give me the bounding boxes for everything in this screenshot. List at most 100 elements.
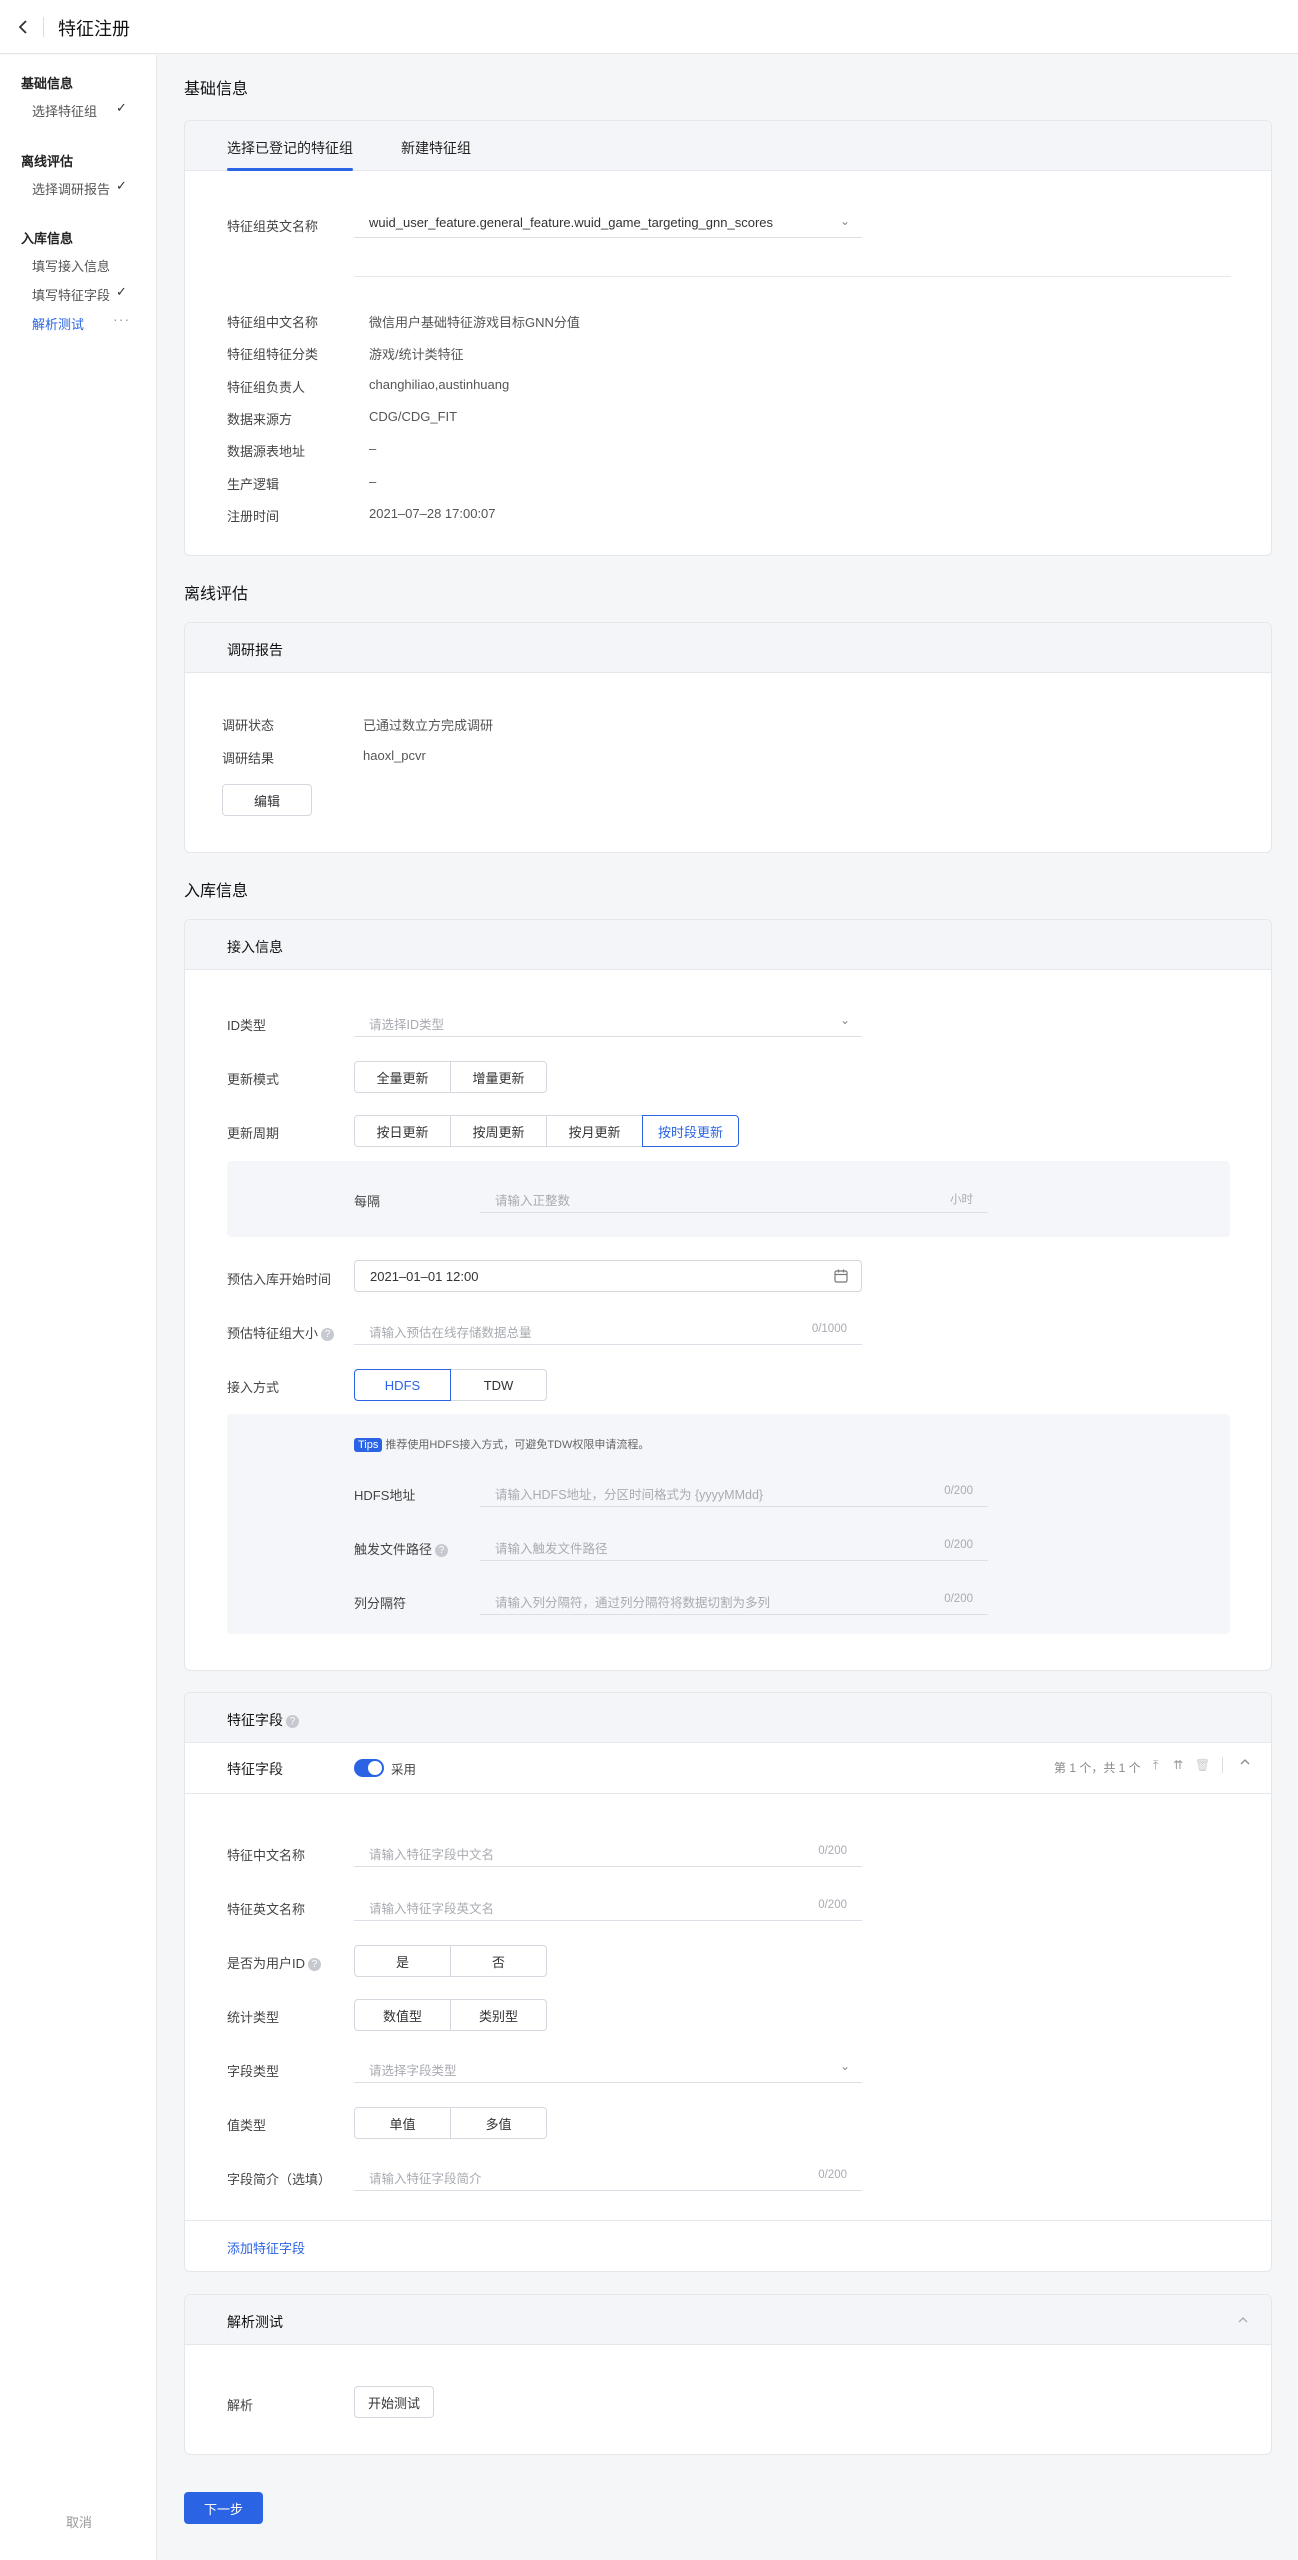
help-icon[interactable]: ?: [321, 1328, 335, 1341]
move-top-icon[interactable]: ⇈: [1173, 1758, 1183, 1772]
tab-new-group[interactable]: 新建特征组: [401, 138, 471, 158]
field-label: 解析: [227, 2398, 254, 2413]
info-label: 数据源表地址: [227, 444, 306, 459]
step-sidebar: 基础信息 选择特征组 ✓ 离线评估 选择调研报告 ✓ 入库信息 填写接入信息 填…: [0, 55, 157, 2560]
research-report-card: 调研报告 调研状态 已通过数立方完成调研 调研结果 haoxl_pcvr 编辑: [184, 622, 1272, 853]
check-icon: ✓: [116, 178, 127, 193]
input-placeholder: 请输入列分隔符，通过列分隔符将数据切割为多列: [495, 1596, 771, 1610]
help-icon[interactable]: ?: [286, 1715, 299, 1728]
id-type-select[interactable]: 请选择ID类型 ⌄: [354, 1007, 862, 1037]
option-numeric[interactable]: 数值型: [354, 1999, 451, 2031]
toggle-label: 采用: [391, 1763, 417, 1777]
card-tabs: 选择已登记的特征组 新建特征组: [185, 121, 1271, 171]
stat-type-segment: 数值型 类别型: [354, 1999, 547, 2031]
option-hdfs[interactable]: HDFS: [354, 1369, 451, 1401]
option-daily[interactable]: 按日更新: [354, 1115, 451, 1147]
field-label-text: 触发文件路径: [354, 1542, 433, 1557]
check-icon: ✓: [116, 284, 127, 299]
field-label-text: 预估特征组大小: [227, 1326, 319, 1341]
field-label: 特征中文名称: [227, 1848, 306, 1863]
access-info-card: 接入信息 ID类型 请选择ID类型 ⌄ 更新模式 全量更新 增量更新 更新周期 …: [184, 919, 1272, 1671]
field-label: HDFS地址: [354, 1488, 416, 1503]
option-monthly[interactable]: 按月更新: [546, 1115, 643, 1147]
edit-button[interactable]: 编辑: [222, 784, 312, 816]
sidebar-item-access-info[interactable]: 填写接入信息: [32, 256, 110, 275]
info-value: 已通过数立方完成调研: [363, 718, 494, 733]
group-en-name-select[interactable]: wuid_user_feature.general_feature.wuid_g…: [354, 208, 862, 238]
card-header: 特征字段?: [185, 1693, 1271, 1743]
info-value: haoxl_pcvr: [363, 748, 426, 763]
hdfs-address-input[interactable]: 请输入HDFS地址，分区时间格式为 {yyyyMMdd} 0/200: [480, 1477, 988, 1507]
sidebar-item-select-report[interactable]: 选择调研报告: [32, 179, 110, 198]
char-count: 0/1000: [811, 1323, 847, 1335]
delete-icon[interactable]: 🗑: [1195, 1758, 1210, 1772]
field-label: 统计类型: [227, 2010, 280, 2025]
move-up-icon[interactable]: ⤒: [1153, 1758, 1158, 1773]
date-value: 2021–01–01 12:00: [370, 1269, 479, 1284]
card-title: 调研报告: [227, 642, 283, 658]
option-yes[interactable]: 是: [354, 1945, 451, 1977]
cancel-button[interactable]: 取消: [66, 2512, 92, 2531]
field-desc-input[interactable]: 请输入特征字段简介 0/200: [354, 2161, 862, 2191]
is-user-id-segment: 是 否: [354, 1945, 547, 1977]
field-type-select[interactable]: 请选择字段类型 ⌄: [354, 2053, 862, 2083]
option-weekly[interactable]: 按周更新: [450, 1115, 547, 1147]
input-placeholder: 请输入特征字段中文名: [369, 1848, 495, 1862]
char-count: 0/200: [818, 2169, 847, 2181]
trigger-path-input[interactable]: 请输入触发文件路径 0/200: [480, 1531, 988, 1561]
unit-label: 小时: [950, 1194, 973, 1206]
input-placeholder: 请输入特征字段简介: [369, 2172, 482, 2186]
option-single[interactable]: 单值: [354, 2107, 451, 2139]
back-arrow-icon[interactable]: [14, 17, 34, 37]
divider: [354, 276, 1231, 277]
calendar-icon: [833, 1268, 849, 1287]
toolbar-divider: [1222, 1757, 1223, 1773]
adopt-toggle[interactable]: [354, 1759, 384, 1777]
divider: [185, 1793, 1271, 1794]
field-label: ID类型: [227, 1018, 267, 1033]
next-step-button[interactable]: 下一步: [184, 2492, 263, 2524]
tab-registered-group[interactable]: 选择已登记的特征组: [227, 138, 353, 171]
sidebar-item-select-group[interactable]: 选择特征组: [32, 101, 97, 120]
collapse-chevron-icon[interactable]: [1237, 2314, 1249, 2329]
value-type-segment: 单值 多值: [354, 2107, 547, 2139]
select-placeholder: 请选择字段类型: [369, 2064, 457, 2078]
divider: [185, 2220, 1271, 2221]
field-label: 更新模式: [227, 1072, 280, 1087]
field-label: 字段类型: [227, 2064, 280, 2079]
field-label: 预估入库开始时间: [227, 1272, 332, 1287]
option-categorical[interactable]: 类别型: [450, 1999, 547, 2031]
card-header: 解析测试: [185, 2295, 1271, 2345]
option-by-period[interactable]: 按时段更新: [642, 1115, 739, 1147]
info-label: 调研状态: [222, 718, 275, 733]
field-cn-name-input[interactable]: 请输入特征字段中文名 0/200: [354, 1837, 862, 1867]
char-count: 0/200: [818, 1845, 847, 1857]
option-incremental-update[interactable]: 增量更新: [450, 1061, 547, 1093]
separator-input[interactable]: 请输入列分隔符，通过列分隔符将数据切割为多列 0/200: [480, 1585, 988, 1615]
field-label: 更新周期: [227, 1126, 280, 1141]
input-placeholder: 请输入触发文件路径: [495, 1542, 608, 1556]
option-no[interactable]: 否: [450, 1945, 547, 1977]
collapse-chevron-icon[interactable]: [1239, 1756, 1251, 1771]
sidebar-item-parse-test[interactable]: 解析测试: [32, 314, 84, 333]
info-value: 2021–07–28 17:00:07: [369, 506, 496, 521]
sidebar-item-feature-fields[interactable]: 填写特征字段: [32, 285, 110, 304]
interval-input[interactable]: 请输入正整数 小时: [480, 1183, 988, 1213]
top-header: 特征注册: [0, 0, 1298, 54]
more-dots-icon: ···: [113, 311, 130, 327]
card-title-text: 特征字段: [227, 1712, 283, 1728]
help-icon[interactable]: ?: [435, 1544, 449, 1557]
start-test-button[interactable]: 开始测试: [354, 2386, 434, 2418]
option-multi[interactable]: 多值: [450, 2107, 547, 2139]
start-time-picker[interactable]: 2021–01–01 12:00: [354, 1260, 862, 1292]
option-tdw[interactable]: TDW: [450, 1369, 547, 1401]
group-size-input[interactable]: 请输入预估在线存储数据总量 0/1000: [354, 1315, 862, 1345]
section-title-offline: 离线评估: [184, 586, 249, 603]
add-field-link[interactable]: 添加特征字段: [227, 2238, 305, 2257]
field-en-name-input[interactable]: 请输入特征字段英文名 0/200: [354, 1891, 862, 1921]
info-label: 特征组中文名称: [227, 315, 319, 330]
help-icon[interactable]: ?: [308, 1958, 322, 1971]
select-value: wuid_user_feature.general_feature.wuid_g…: [369, 215, 773, 230]
info-label: 生产逻辑: [227, 477, 280, 492]
option-full-update[interactable]: 全量更新: [354, 1061, 451, 1093]
